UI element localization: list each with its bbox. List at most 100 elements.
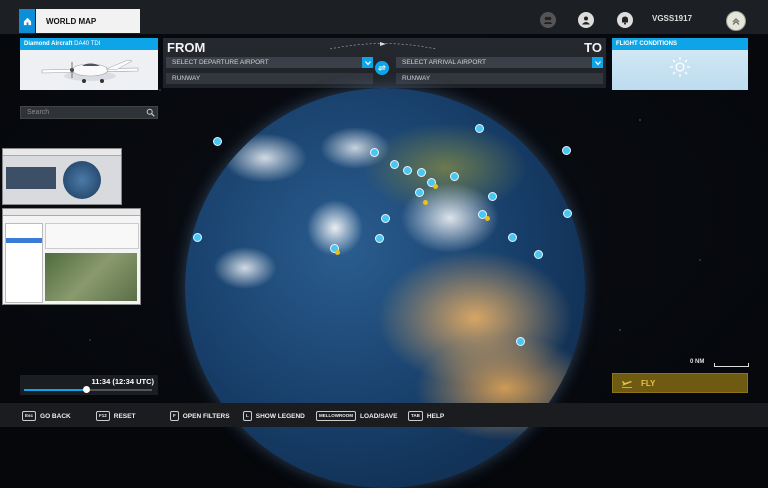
key-esc: Esc bbox=[22, 411, 37, 421]
airport-marker[interactable] bbox=[534, 250, 543, 259]
time-slider[interactable] bbox=[24, 386, 152, 393]
show-legend-label: SHOW LEGEND bbox=[255, 412, 305, 420]
route-arc-icon bbox=[329, 42, 437, 50]
airport-marker[interactable] bbox=[193, 233, 202, 242]
airport-marker[interactable] bbox=[450, 172, 459, 181]
time-slider-handle[interactable] bbox=[83, 386, 91, 393]
profile-button[interactable] bbox=[578, 12, 594, 28]
window-thumbnail-2[interactable] bbox=[2, 208, 141, 305]
load-save-hint[interactable]: MELLOWROOM LOAD/SAVE bbox=[316, 411, 397, 421]
airport-marker[interactable] bbox=[488, 192, 497, 201]
key-load-save: MELLOWROOM bbox=[316, 411, 356, 421]
airport-marker[interactable] bbox=[475, 124, 484, 133]
aircraft-selection-card[interactable]: Diamond Aircraft DA40 TDI bbox=[20, 38, 158, 90]
thumbnail-titlebar bbox=[3, 209, 140, 216]
arrival-dropdown-button[interactable] bbox=[592, 57, 603, 68]
open-filters-hint[interactable]: F OPEN FILTERS bbox=[170, 411, 230, 421]
search-icon bbox=[146, 108, 155, 117]
takeoff-icon bbox=[622, 380, 632, 388]
aircraft-model: DA40 TDI bbox=[74, 41, 101, 47]
rank-icon bbox=[732, 18, 740, 25]
map-scale-bar bbox=[714, 363, 749, 367]
airport-marker[interactable] bbox=[370, 148, 379, 157]
from-label: FROM bbox=[167, 40, 206, 55]
airport-marker[interactable] bbox=[381, 214, 390, 223]
thumbnail-list bbox=[5, 223, 43, 303]
time-label: 11:34 (12:34 UTC) bbox=[91, 377, 154, 386]
search-placeholder: Search bbox=[27, 109, 50, 116]
airport-marker[interactable] bbox=[403, 166, 412, 175]
airport-marker-highlight[interactable] bbox=[485, 216, 490, 221]
notifications-button[interactable] bbox=[617, 12, 633, 28]
time-slider-fill bbox=[24, 389, 87, 391]
search-input[interactable]: Search bbox=[20, 106, 158, 119]
aircraft-brand: Diamond Aircraft bbox=[24, 41, 73, 47]
bottom-hints-bar: Esc GO BACK F12 RESET F OPEN FILTERS L S… bbox=[0, 403, 768, 427]
airport-marker[interactable] bbox=[213, 137, 222, 146]
home-button[interactable] bbox=[19, 9, 35, 33]
open-filters-label: OPEN FILTERS bbox=[182, 412, 230, 420]
top-bar: WORLD MAP VGSS1917 bbox=[0, 0, 768, 34]
thumbnail-preview bbox=[6, 167, 56, 189]
departure-runway-label: RUNWAY bbox=[172, 75, 201, 82]
flight-conditions-card[interactable]: FLIGHT CONDITIONS bbox=[612, 38, 748, 90]
help-hint[interactable]: TAB HELP bbox=[408, 411, 444, 421]
airport-marker-highlight[interactable] bbox=[423, 200, 428, 205]
airport-marker-highlight[interactable] bbox=[335, 250, 340, 255]
help-label: HELP bbox=[426, 412, 445, 420]
thumbnail-map bbox=[45, 253, 137, 301]
to-label: TO bbox=[584, 40, 602, 55]
arrival-airport-select[interactable]: SELECT ARRIVAL AIRPORT bbox=[396, 57, 603, 68]
arrival-airport-placeholder: SELECT ARRIVAL AIRPORT bbox=[402, 59, 486, 66]
aircraft-title: Diamond Aircraft DA40 TDI bbox=[20, 38, 158, 50]
reset-hint[interactable]: F12 RESET bbox=[96, 411, 135, 421]
airport-marker[interactable] bbox=[516, 337, 525, 346]
arrival-runway-label: RUNWAY bbox=[402, 75, 431, 82]
key-l: L bbox=[243, 411, 252, 421]
map-scale-label: 0 NM bbox=[690, 359, 705, 365]
swap-icon bbox=[378, 65, 386, 71]
departure-dropdown-button[interactable] bbox=[362, 57, 373, 68]
reset-label: RESET bbox=[113, 412, 136, 420]
airport-marker[interactable] bbox=[390, 160, 399, 169]
swap-airports-button[interactable] bbox=[375, 61, 389, 75]
window-thumbnail-1[interactable] bbox=[2, 148, 122, 205]
route-panel: FROM TO SELECT DEPARTURE AIRPORT SELECT … bbox=[163, 38, 606, 88]
go-back-label: GO BACK bbox=[40, 412, 71, 420]
airport-marker[interactable] bbox=[508, 233, 517, 242]
friends-icon bbox=[543, 16, 553, 24]
aircraft-icon bbox=[20, 50, 158, 90]
thumbnail-globe bbox=[63, 161, 101, 199]
sun-icon bbox=[670, 57, 690, 77]
key-f12: F12 bbox=[96, 411, 110, 421]
friends-button[interactable] bbox=[540, 12, 556, 28]
airport-marker[interactable] bbox=[563, 209, 572, 218]
thumbnail-text bbox=[45, 223, 139, 249]
world-globe[interactable] bbox=[185, 88, 585, 488]
flight-conditions-title: FLIGHT CONDITIONS bbox=[612, 38, 748, 50]
departure-runway-select[interactable]: RUNWAY bbox=[166, 73, 373, 84]
airport-marker[interactable] bbox=[375, 234, 384, 243]
airport-marker-highlight[interactable] bbox=[433, 184, 438, 189]
airport-marker[interactable] bbox=[417, 168, 426, 177]
tab-world-map-label: WORLD MAP bbox=[46, 16, 97, 26]
airport-marker[interactable] bbox=[415, 188, 424, 197]
go-back-hint[interactable]: Esc GO BACK bbox=[22, 411, 71, 421]
avatar[interactable] bbox=[726, 11, 746, 31]
airport-marker[interactable] bbox=[562, 146, 571, 155]
chevron-down-icon bbox=[364, 60, 371, 65]
chevron-down-icon bbox=[594, 60, 601, 65]
thumbnail-titlebar bbox=[3, 149, 121, 156]
departure-airport-select[interactable]: SELECT DEPARTURE AIRPORT bbox=[166, 57, 373, 68]
bell-icon bbox=[622, 16, 628, 25]
tab-world-map[interactable]: WORLD MAP bbox=[36, 9, 140, 33]
arrival-runway-select[interactable]: RUNWAY bbox=[396, 73, 603, 84]
time-of-day-control: 11:34 (12:34 UTC) bbox=[20, 375, 158, 395]
user-icon bbox=[582, 16, 590, 25]
key-tab: TAB bbox=[408, 411, 423, 421]
fly-button[interactable]: FLY bbox=[612, 373, 748, 393]
fly-button-label: FLY bbox=[641, 378, 656, 388]
departure-airport-placeholder: SELECT DEPARTURE AIRPORT bbox=[172, 59, 269, 66]
show-legend-hint[interactable]: L SHOW LEGEND bbox=[243, 411, 305, 421]
load-save-label: LOAD/SAVE bbox=[360, 412, 398, 420]
